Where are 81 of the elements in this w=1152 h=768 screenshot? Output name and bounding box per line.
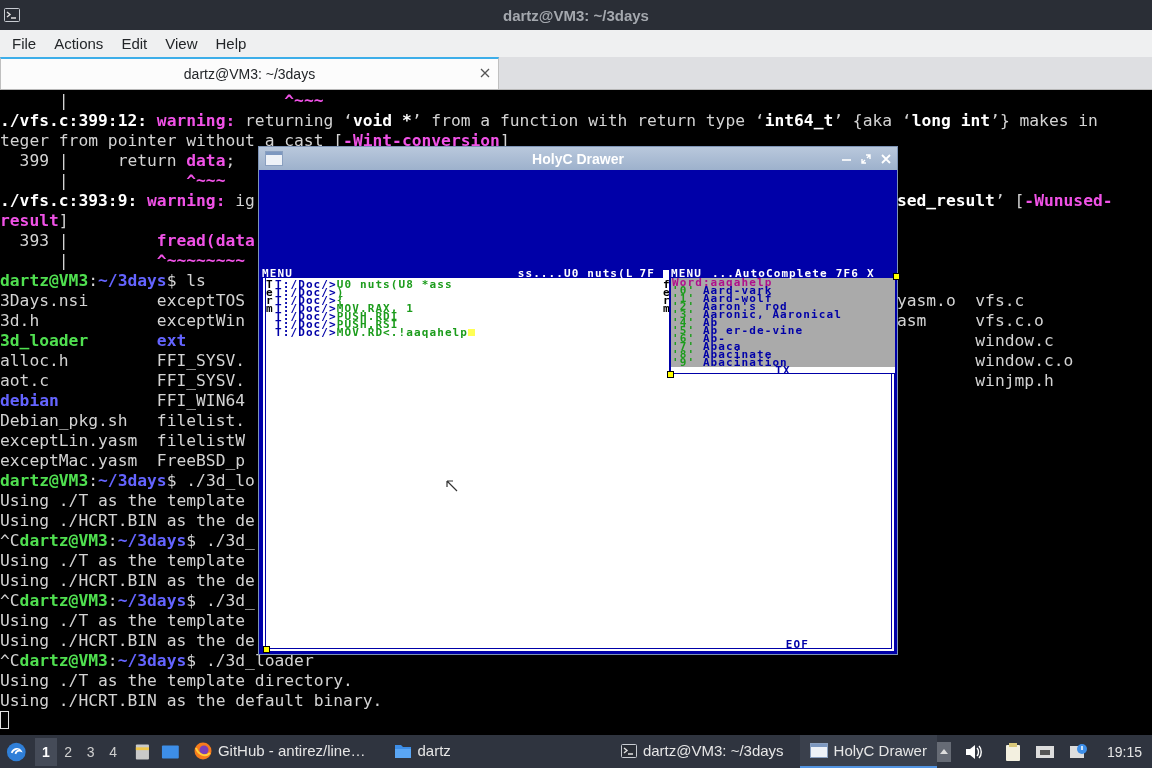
terminal-text: Using ./T as the template directory. xyxy=(0,671,353,690)
terminal-text: Using ./T as the template xyxy=(0,491,246,510)
terminal-text: window.c.o xyxy=(975,351,1074,370)
terminal-text: 3Days.nsi exceptTOS xyxy=(0,291,246,310)
window-icon xyxy=(809,743,828,758)
border-label: 7F xyxy=(639,270,655,278)
workspace-button[interactable]: 1 xyxy=(34,737,58,766)
browser-icon xyxy=(193,741,212,760)
folder-icon xyxy=(393,742,412,759)
border-label: ...AutoComplete xyxy=(711,270,828,278)
terminal-text: ^Cdartz@VM3:~/3days$ ./3d_ xyxy=(0,591,255,610)
terminal-icon xyxy=(4,8,20,22)
border-label: X xyxy=(866,270,875,278)
menu-item[interactable]: Edit xyxy=(113,32,156,55)
terminal-text: | ^~~~~~~~~ xyxy=(58,251,246,270)
terminal-text: exceptMac.yasm FreeBSD_p xyxy=(0,451,246,470)
terminal-text: Using ./HCRT.BIN as the de xyxy=(0,631,255,650)
autocomplete-word: Word:aaqahelp xyxy=(672,276,773,289)
terminal-text: ./vfs.c:393:9: warning: ig xyxy=(0,191,255,210)
border-label: Term xyxy=(266,281,274,317)
terminal-text: ^Cdartz@VM3:~/3days$ ./3d_loader xyxy=(0,651,314,670)
menu-item[interactable]: File xyxy=(4,32,45,55)
terminal-text: aot.c FFI_SYSV. xyxy=(0,371,246,390)
terminal-text: yasm.o vfs.c xyxy=(896,291,1025,310)
terminal-text: | ^~~~ xyxy=(58,91,324,110)
terminal-text: exceptLin.yasm filelistW xyxy=(0,431,246,450)
terminal-text: alloc.h FFI_SYSV. xyxy=(0,351,246,370)
menu-label[interactable]: MENU xyxy=(262,270,293,278)
window-icon xyxy=(265,151,283,166)
network-icon[interactable] xyxy=(1034,743,1055,760)
workspace-button[interactable]: 3 xyxy=(79,737,102,766)
terminal-text: Using ./HCRT.BIN as the de xyxy=(0,571,255,590)
terminal-text: Using ./HCRT.BIN as the default binary. xyxy=(0,691,383,710)
resize-handle[interactable] xyxy=(263,646,270,653)
pointer-icon xyxy=(446,480,458,492)
border-label: EOF xyxy=(785,641,809,648)
terminal-icon xyxy=(620,743,637,758)
terminal-text: | ^~~~ xyxy=(58,171,226,190)
window-title: HolyC Drawer xyxy=(532,150,624,167)
terminal-text: asm vfs.c.o xyxy=(896,311,1044,330)
menu-item[interactable]: Actions xyxy=(46,32,112,55)
window-title: dartz@VM3: ~/3days xyxy=(503,6,649,24)
terminal-text: dartz@VM3:~/3days$ ./3d_lo xyxy=(0,471,255,490)
taskbar-button[interactable]: dartz@VM3: ~/3days xyxy=(610,735,794,768)
terminal-text: Debian_pkg.sh filelist. xyxy=(0,411,246,430)
clipboard-icon[interactable] xyxy=(1004,741,1021,762)
terminal-tab[interactable]: dartz@VM3: ~/3days xyxy=(0,57,499,89)
terminal-text: Using ./T as the template xyxy=(0,551,246,570)
terminal-text: 3d_loader ext xyxy=(0,331,187,350)
terminal-text: 3d.h exceptWin xyxy=(0,311,246,330)
terminal-text: result] xyxy=(0,211,69,230)
terminal-text: ./vfs.c:399:12: warning: returning ‘void *’ from a function with return type ‘int64_t’ {aka ‘long int’} makes in xyxy=(0,111,1098,130)
speaker-icon[interactable] xyxy=(964,743,983,760)
terminal-text: Using ./T as the template xyxy=(0,611,246,630)
taskbar-button[interactable]: HolyC Drawer xyxy=(799,735,937,768)
menu-item[interactable]: View xyxy=(157,32,206,55)
terminal-text: 399 | return data; xyxy=(19,151,236,170)
file-manager-icon[interactable] xyxy=(134,742,152,761)
desktop-icon[interactable] xyxy=(161,742,180,761)
border-label: 7F6 xyxy=(835,270,859,278)
terminal-text: 393 | fread(data xyxy=(19,231,255,250)
start-menu-icon[interactable] xyxy=(6,740,27,763)
menu-label[interactable]: MENU xyxy=(671,270,702,278)
terminal-text: dartz@VM3:~/3days$ ls xyxy=(0,271,206,290)
clock[interactable]: 19:15 xyxy=(1106,743,1142,760)
terminal-text: Using ./HCRT.BIN as the de xyxy=(0,511,255,530)
terminal-text: winjmp.h xyxy=(975,371,1054,390)
menu-item[interactable]: Help xyxy=(207,32,255,55)
taskbar-button[interactable]: dartz xyxy=(383,735,461,768)
taskbar-button[interactable]: GitHub - antirez/line… xyxy=(183,735,376,768)
notification-icon[interactable] xyxy=(1068,742,1087,761)
close-icon[interactable] xyxy=(480,68,490,78)
terminal-text: ^Cdartz@VM3:~/3days$ ./3d_ xyxy=(0,531,255,550)
workspace-button[interactable]: 4 xyxy=(101,737,125,766)
terminal-text: debian FFI_WIN64 xyxy=(0,391,246,410)
resize-handle[interactable] xyxy=(893,273,900,280)
workspace-button[interactable]: 2 xyxy=(57,737,80,766)
border-label: ss....U0 nuts(L xyxy=(517,270,634,278)
terminal-text: sed_result’ [-Wunused- xyxy=(896,191,1113,210)
terminal-text: window.c xyxy=(975,331,1054,350)
resize-handle[interactable] xyxy=(667,371,674,378)
